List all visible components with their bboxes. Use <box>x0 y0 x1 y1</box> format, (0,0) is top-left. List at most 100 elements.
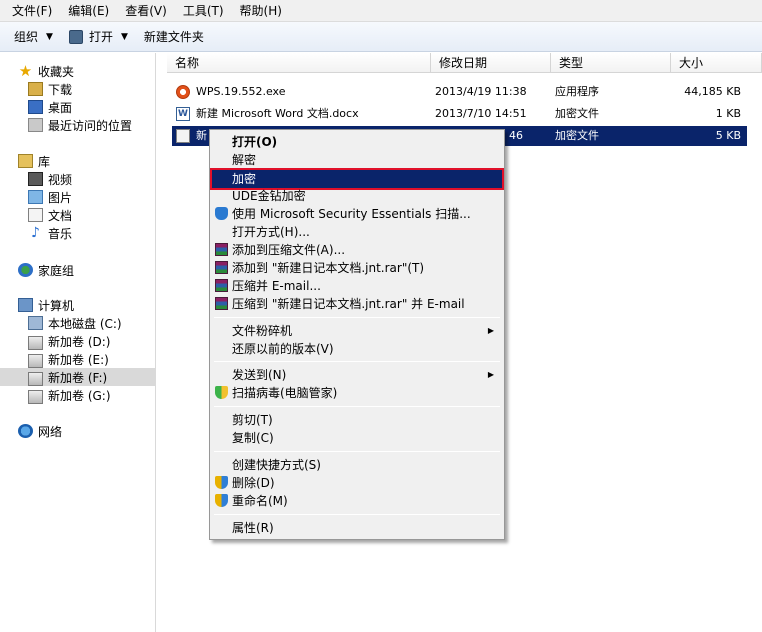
nav-downloads-label: 下载 <box>48 82 73 97</box>
menu-item-compress-email[interactable]: 压缩并 E-mail... <box>212 277 502 295</box>
column-header-type[interactable]: 类型 <box>551 53 671 73</box>
menu-help[interactable]: 帮助(H) <box>232 1 290 21</box>
nav-network-label: 网络 <box>38 424 63 439</box>
menu-item-cut[interactable]: 剪切(T) <box>212 411 502 429</box>
uac-shield-icon <box>215 494 228 507</box>
command-bar: 组织 ▼ 打开 ▼ 新建文件夹 <box>0 22 762 52</box>
file-type: 加密文件 <box>555 107 599 120</box>
new-folder-button[interactable]: 新建文件夹 <box>138 25 210 49</box>
file-name: 新建 Microsoft Word 文档.docx <box>196 107 359 120</box>
recent-places-icon <box>28 118 43 132</box>
organize-button[interactable]: 组织 ▼ <box>8 25 59 49</box>
menu-item-decrypt[interactable]: 解密 <box>212 151 502 169</box>
organize-label: 组织 <box>14 30 39 44</box>
menu-item-create-shortcut[interactable]: 创建快捷方式(S) <box>212 456 502 474</box>
menu-item-copy[interactable]: 复制(C) <box>212 429 502 447</box>
wps-exe-icon <box>176 85 190 99</box>
menu-tools[interactable]: 工具(T) <box>175 1 232 21</box>
local-disk-icon <box>28 316 43 330</box>
menu-separator <box>214 406 500 407</box>
file-modified: 2013/7/10 14:51 <box>435 107 527 120</box>
menu-separator <box>214 361 500 362</box>
file-type: 应用程序 <box>555 85 599 98</box>
menu-item-add-archive[interactable]: 添加到压缩文件(A)... <box>212 241 502 259</box>
nav-computer[interactable]: 计算机 <box>18 296 173 314</box>
menu-item-compress-rar-email-label: 压缩到 "新建日记本文档.jnt.rar" 并 E-mail <box>232 297 465 311</box>
uac-shield-icon <box>215 476 228 489</box>
open-label: 打开 <box>88 30 113 44</box>
menu-item-send-to-label: 发送到(N) <box>232 368 287 382</box>
column-header-modified[interactable]: 修改日期 <box>431 53 551 73</box>
menu-item-open[interactable]: 打开(O) <box>212 133 502 151</box>
drive-icon <box>28 371 43 386</box>
open-button[interactable]: 打开 ▼ <box>63 25 134 49</box>
menu-item-add-to-rar-label: 添加到 "新建日记本文档.jnt.rar"(T) <box>232 261 425 275</box>
nav-pictures-label: 图片 <box>48 190 73 205</box>
pc-manager-shield-icon <box>215 386 228 399</box>
nav-drive-label: 新加卷 (F:) <box>48 370 108 385</box>
menu-item-rename[interactable]: 重命名(M) <box>212 492 502 510</box>
column-header-name[interactable]: 名称 <box>167 53 431 73</box>
menu-item-ude-encrypt[interactable]: UDE金钻加密 <box>212 187 502 205</box>
menu-view[interactable]: 查看(V) <box>117 1 175 21</box>
winrar-icon <box>215 243 228 256</box>
menu-item-scan-virus[interactable]: 扫描病毒(电脑管家) <box>212 384 502 402</box>
video-icon <box>28 172 43 186</box>
drive-icon <box>28 353 43 368</box>
menu-separator <box>214 514 500 515</box>
nav-desktop-label: 桌面 <box>48 100 73 115</box>
menu-item-mse-scan[interactable]: 使用 Microsoft Security Essentials 扫描... <box>212 205 502 223</box>
menu-bar: 文件(F) 编辑(E) 查看(V) 工具(T) 帮助(H) <box>0 0 762 22</box>
menu-item-open-with[interactable]: 打开方式(H)... <box>212 223 502 241</box>
file-size: 5 KB <box>715 129 741 142</box>
document-icon <box>28 208 43 222</box>
nav-recent-label: 最近访问的位置 <box>48 118 133 133</box>
file-modified: 46 <box>509 129 523 142</box>
menu-item-delete-label: 删除(D) <box>232 476 275 490</box>
menu-file[interactable]: 文件(F) <box>4 1 60 21</box>
file-modified: 2013/4/19 11:38 <box>435 85 527 98</box>
file-row[interactable]: WPS.19.552.exe 2013/4/19 11:38 应用程序 44,1… <box>172 82 747 102</box>
submenu-arrow-icon: ▶ <box>487 326 494 335</box>
nav-drive-label: 本地磁盘 (C:) <box>48 316 122 331</box>
chevron-down-icon: ▼ <box>46 31 53 42</box>
menu-item-rename-label: 重命名(M) <box>232 494 288 508</box>
context-menu: 打开(O) 解密 加密 UDE金钻加密 使用 Microsoft Securit… <box>209 129 505 540</box>
nav-drive-label: 新加卷 (G:) <box>48 388 111 403</box>
column-header-size[interactable]: 大小 <box>671 53 762 73</box>
menu-item-delete[interactable]: 删除(D) <box>212 474 502 492</box>
nav-libraries[interactable]: 库 <box>18 152 173 170</box>
menu-item-encrypt[interactable]: 加密 <box>210 168 504 190</box>
menu-item-compress-rar-email[interactable]: 压缩到 "新建日记本文档.jnt.rar" 并 E-mail <box>212 295 502 313</box>
menu-item-properties[interactable]: 属性(R) <box>212 519 502 537</box>
file-row[interactable]: 新建 Microsoft Word 文档.docx 2013/7/10 14:5… <box>172 104 747 124</box>
submenu-arrow-icon: ▶ <box>487 370 494 379</box>
menu-item-send-to[interactable]: 发送到(N) ▶ <box>212 366 502 384</box>
network-icon <box>18 424 33 438</box>
nav-homegroup[interactable]: 家庭组 <box>18 261 173 279</box>
file-size: 1 KB <box>715 107 741 120</box>
computer-icon <box>18 298 33 312</box>
menu-item-add-archive-label: 添加到压缩文件(A)... <box>232 243 346 257</box>
nav-music-label: 音乐 <box>48 226 73 241</box>
menu-item-shredder[interactable]: 文件粉碎机 ▶ <box>212 322 502 340</box>
navigation-pane[interactable]: ★ 收藏夹 下载 桌面 最近访问的位置 库 视频 图片 文档 ♪ 音乐 家庭组 … <box>0 53 156 632</box>
menu-separator <box>214 317 500 318</box>
file-name: 新 <box>196 129 207 142</box>
word-document-icon <box>176 107 190 121</box>
nav-documents-label: 文档 <box>48 208 73 223</box>
security-essentials-icon <box>215 207 228 220</box>
nav-network[interactable]: 网络 <box>18 422 173 440</box>
new-folder-label: 新建文件夹 <box>143 30 204 44</box>
star-icon: ★ <box>18 62 33 80</box>
menu-item-restore-versions[interactable]: 还原以前的版本(V) <box>212 340 502 358</box>
homegroup-icon <box>18 263 33 277</box>
open-icon <box>68 29 83 44</box>
nav-favorites[interactable]: ★ 收藏夹 <box>18 62 173 80</box>
nav-drive-f[interactable]: 新加卷 (F:) <box>0 368 155 386</box>
picture-icon <box>28 190 43 204</box>
menu-item-add-to-rar[interactable]: 添加到 "新建日记本文档.jnt.rar"(T) <box>212 259 502 277</box>
menu-edit[interactable]: 编辑(E) <box>60 1 117 21</box>
file-type: 加密文件 <box>555 129 599 142</box>
nav-favorites-label: 收藏夹 <box>38 64 75 79</box>
